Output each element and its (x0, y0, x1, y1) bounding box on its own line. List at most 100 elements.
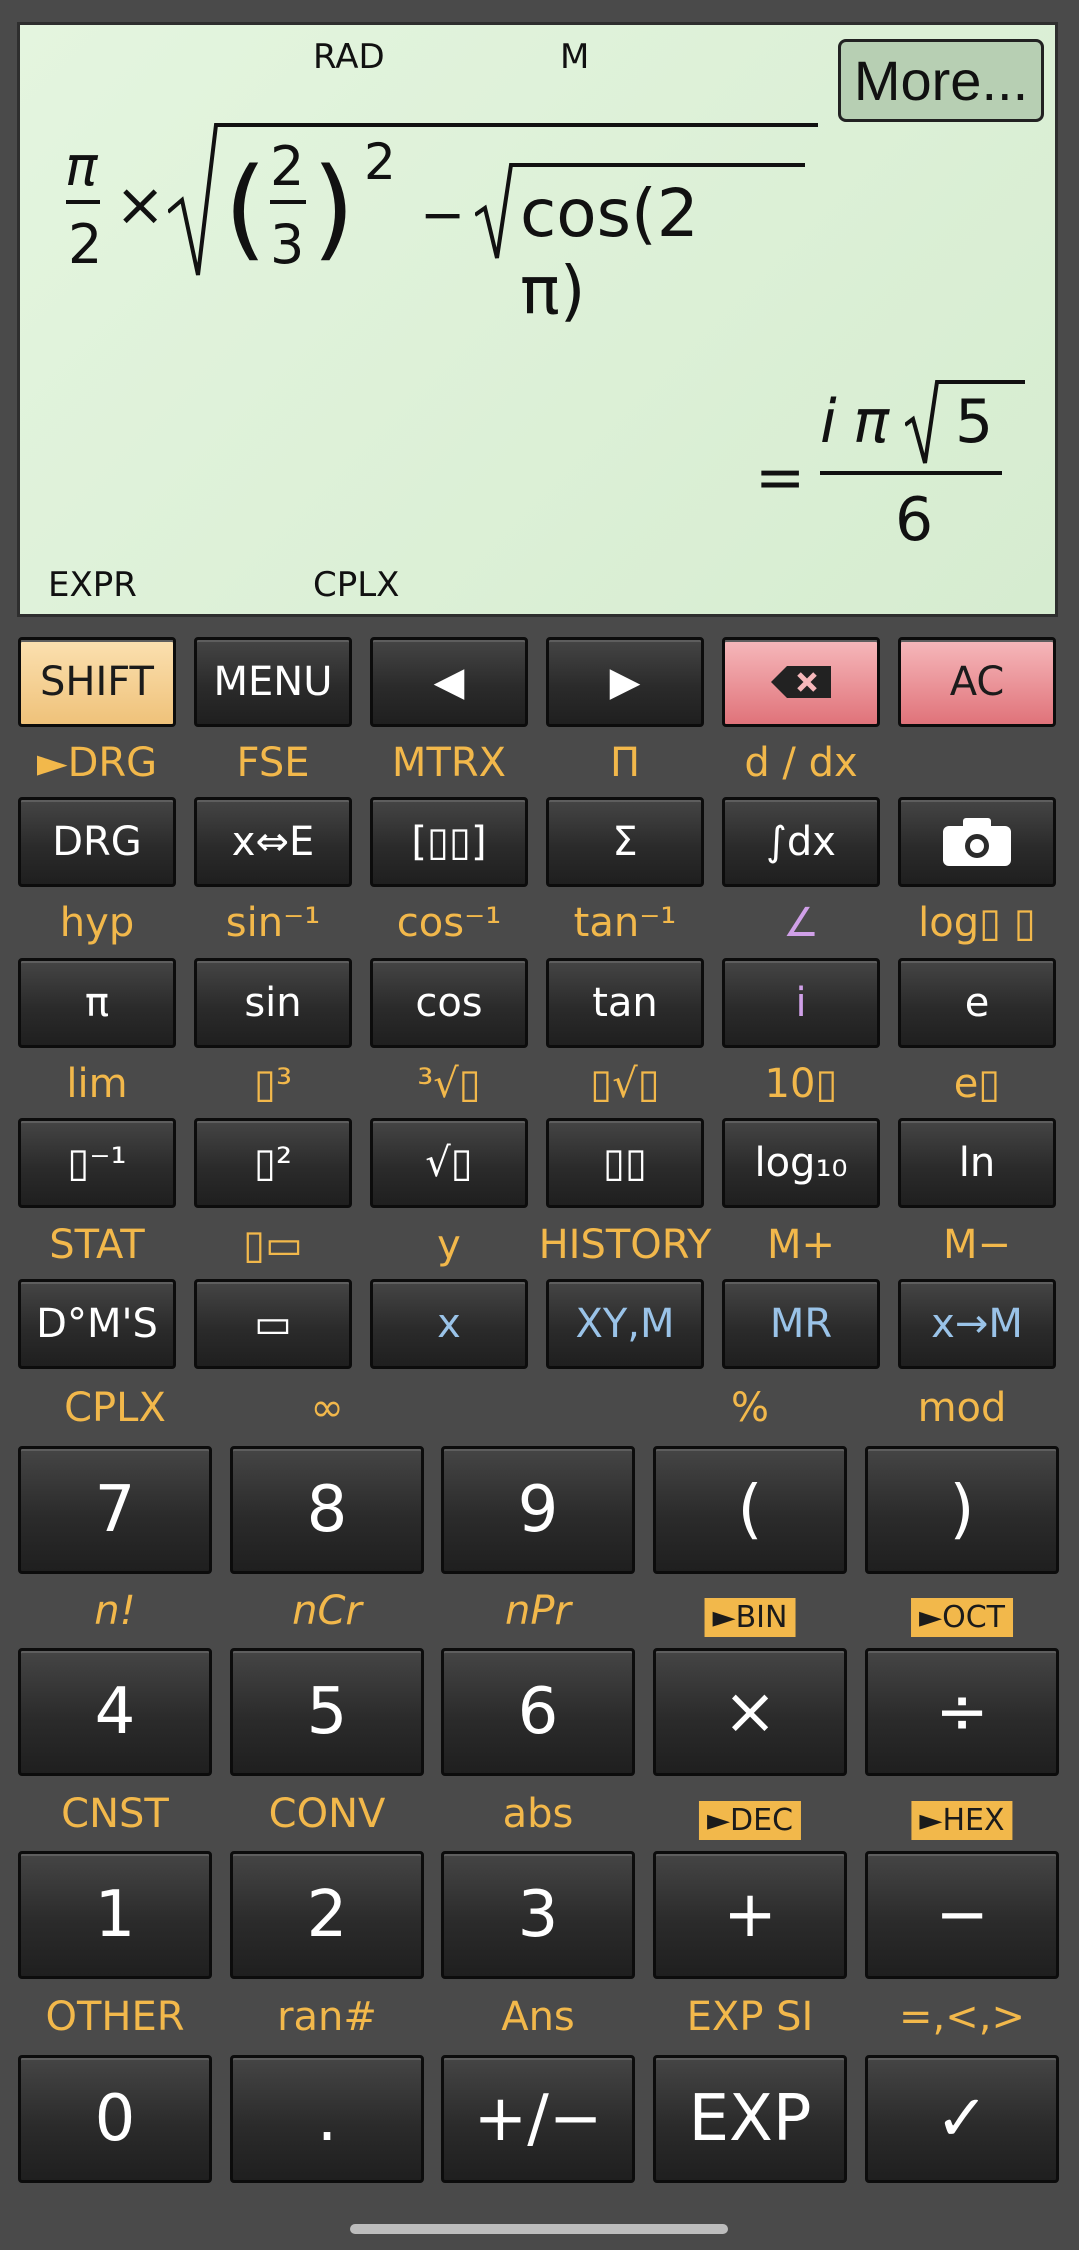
cursor-left-button[interactable]: ◀ (370, 637, 528, 727)
shift-label-r2-c3: MTRX (391, 740, 507, 786)
shift-label-r5-c5: M+ (766, 1222, 836, 1268)
shift-label-r3-c1: hyp (59, 900, 135, 946)
key-r3-c4-label: tan (592, 980, 658, 1026)
key-r6-c3[interactable]: 9 (441, 1446, 635, 1574)
clear-all-button-label: AC (949, 659, 1005, 705)
key-r3-c5-label: i (795, 980, 807, 1026)
key-r2-c5[interactable]: ∫dx (722, 797, 880, 887)
key-r4-c1[interactable]: ▯⁻¹ (18, 1118, 176, 1208)
shift-label-r8-c1: CNST (61, 1791, 169, 1837)
home-indicator[interactable] (350, 2224, 728, 2234)
cursor-right-button[interactable]: ▶ (546, 637, 704, 727)
key-r8-c2[interactable]: 2 (230, 1851, 424, 1979)
key-r7-c3[interactable]: 6 (441, 1648, 635, 1776)
key-r3-c2[interactable]: sin (194, 958, 352, 1048)
key-r8-c3[interactable]: 3 (441, 1851, 635, 1979)
shift-label-r3-c6: log▯ ▯ (918, 900, 1036, 946)
shift-button[interactable]: SHIFT (18, 637, 176, 727)
shift-label-r8-c2: CONV (268, 1791, 386, 1837)
shift-label-r2-c1: ►DRG (36, 740, 158, 786)
key-r5-c5[interactable]: MR (722, 1279, 880, 1369)
key-r5-c4[interactable]: XY,M (546, 1279, 704, 1369)
more-button[interactable]: More... (838, 39, 1044, 122)
calculator-display: RAD M EXPR CPLX More... π 2 × ( 2 3 ) 2 … (17, 22, 1058, 617)
key-r6-c5-label: ) (949, 1473, 975, 1547)
key-r2-c1[interactable]: DRG (18, 797, 176, 887)
key-r8-c5[interactable]: − (865, 1851, 1059, 1979)
key-r4-c5[interactable]: log₁₀ (722, 1118, 880, 1208)
key-r5-c5-label: MR (769, 1301, 833, 1347)
key-r5-c6-label: x→M (931, 1301, 1023, 1347)
key-r8-c2-label: 2 (306, 1878, 348, 1952)
shift-label-r6-c1: CPLX (64, 1385, 166, 1431)
key-r3-c1-label: π (84, 980, 110, 1026)
expr-mode-indicator: EXPR (48, 565, 137, 605)
expr-cos: cos(2 π) (520, 175, 699, 329)
key-r3-c4[interactable]: tan (546, 958, 704, 1048)
expr-pi: π (65, 135, 98, 198)
key-r5-c1-label: D°M'S (36, 1301, 158, 1347)
memory-indicator: M (560, 37, 590, 77)
key-r4-c4[interactable]: ▯▯ (546, 1118, 704, 1208)
key-r3-c6[interactable]: e (898, 958, 1056, 1048)
angle-mode-indicator: RAD (313, 37, 385, 77)
shift-label-r7-c1: n! (94, 1588, 136, 1634)
key-r6-c2[interactable]: 8 (230, 1446, 424, 1574)
key-r8-c1[interactable]: 1 (18, 1851, 212, 1979)
key-r8-c3-label: 3 (517, 1878, 559, 1952)
shift-label-r9-c5: =,<,> (899, 1994, 1025, 2040)
shift-label-r8-c5: ►HEX (911, 1801, 1013, 1840)
key-r2-c3-label: [▯▯] (411, 819, 487, 865)
key-r9-c1[interactable]: 0 (18, 2055, 212, 2183)
shift-label-r6-c5: mod (917, 1385, 1007, 1431)
shift-label-r6-c4: % (730, 1385, 770, 1431)
key-r4-c2[interactable]: ▯² (194, 1118, 352, 1208)
key-r9-c5[interactable]: ✓ (865, 2055, 1059, 2183)
key-r5-c2-label: ▭ (254, 1301, 292, 1347)
clear-all-button[interactable]: AC (898, 637, 1056, 727)
cursor-left-button-label: ◀ (433, 659, 465, 705)
key-r5-c3[interactable]: x (370, 1279, 528, 1369)
shift-label-r4-c3: ³√▯ (417, 1061, 481, 1107)
shift-label-r5-c1: STAT (49, 1222, 145, 1268)
expr-minus: − (420, 183, 466, 246)
key-r5-c1[interactable]: D°M'S (18, 1279, 176, 1369)
key-r3-c2-label: sin (244, 980, 302, 1026)
shift-label-r5-c4: HISTORY (538, 1222, 712, 1268)
key-r5-c2[interactable]: ▭ (194, 1279, 352, 1369)
key-r6-c1[interactable]: 7 (18, 1446, 212, 1574)
key-r7-c2[interactable]: 5 (230, 1648, 424, 1776)
key-r6-c4[interactable]: ( (653, 1446, 847, 1574)
shift-label-r7-c3: nPr (505, 1588, 571, 1634)
key-r5-c6[interactable]: x→M (898, 1279, 1056, 1369)
key-r4-c1-label: ▯⁻¹ (67, 1140, 127, 1186)
key-r7-c5[interactable]: ÷ (865, 1648, 1059, 1776)
shift-label-r4-c4: ▯√▯ (590, 1061, 660, 1107)
key-r4-c6[interactable]: ln (898, 1118, 1056, 1208)
key-r2-c4[interactable]: Σ (546, 797, 704, 887)
key-r9-c1-label: 0 (94, 2082, 136, 2156)
key-r4-c3[interactable]: √▯ (370, 1118, 528, 1208)
key-r8-c4[interactable]: + (653, 1851, 847, 1979)
key-r9-c3-label: +/− (473, 2082, 603, 2156)
expr-num: 2 (270, 135, 305, 198)
key-r3-c3[interactable]: cos (370, 958, 528, 1048)
key-r3-c1[interactable]: π (18, 958, 176, 1048)
shift-label-r9-c4: EXP SI (686, 1994, 814, 2040)
key-r6-c5[interactable]: ) (865, 1446, 1059, 1574)
result-pi: π (853, 387, 890, 457)
key-r7-c4[interactable]: × (653, 1648, 847, 1776)
key-r8-c5-label: − (935, 1878, 989, 1952)
backspace-button[interactable] (722, 637, 880, 727)
key-r7-c1[interactable]: 4 (18, 1648, 212, 1776)
key-r3-c5[interactable]: i (722, 958, 880, 1048)
menu-button[interactable]: MENU (194, 637, 352, 727)
key-r9-c4[interactable]: EXP (653, 2055, 847, 2183)
key-r2-c6[interactable] (898, 797, 1056, 887)
key-r9-c3[interactable]: +/− (441, 2055, 635, 2183)
shift-button-label: SHIFT (39, 659, 154, 705)
cursor-right-button-label: ▶ (609, 659, 641, 705)
key-r2-c2[interactable]: x⇔E (194, 797, 352, 887)
key-r9-c2[interactable]: . (230, 2055, 424, 2183)
key-r2-c3[interactable]: [▯▯] (370, 797, 528, 887)
